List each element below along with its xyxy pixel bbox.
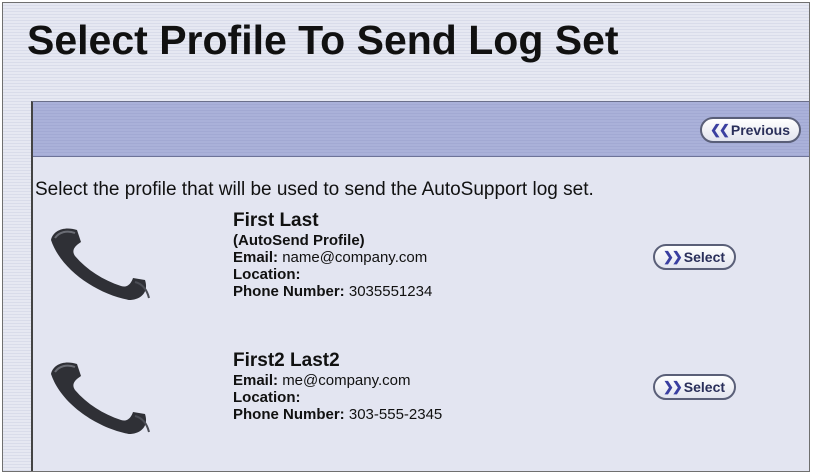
select-button-label: Select: [683, 379, 726, 395]
double-chevron-right-icon: ❯❯: [663, 249, 683, 264]
phone-value: 303-555-2345: [348, 406, 443, 423]
profile-location: Location:: [233, 389, 442, 406]
select-button[interactable]: ❯❯ Select: [653, 374, 737, 400]
profile-email: Email: me@company.com: [233, 372, 442, 389]
profile-location: Location:: [233, 266, 432, 283]
email-value: name@company.com: [282, 249, 428, 266]
select-button-label: Select: [683, 249, 726, 265]
profile-item: First2 Last2 Email: me@company.com Locat…: [33, 350, 793, 438]
profile-name: First Last: [233, 210, 319, 231]
instruction-text: Select the profile that will be used to …: [35, 179, 594, 200]
profile-phone: Phone Number: 303-555-2345: [233, 406, 442, 423]
phone-label: Phone Number:: [233, 406, 345, 423]
profile-name: First2 Last2: [233, 350, 340, 371]
email-label: Email:: [233, 249, 279, 266]
phone-label: Phone Number:: [233, 283, 345, 300]
email-label: Email:: [233, 372, 279, 389]
previous-button[interactable]: ❮❮ Previous: [700, 117, 801, 143]
location-label: Location:: [233, 266, 301, 283]
profile-email: Email: name@company.com: [233, 249, 432, 266]
profile-tag: (AutoSend Profile): [233, 232, 365, 249]
previous-button-label: Previous: [730, 122, 790, 138]
email-value: me@company.com: [282, 372, 411, 389]
profile-info: First2 Last2 Email: me@company.com Locat…: [233, 350, 442, 423]
profile-info: First Last (AutoSend Profile) Email: nam…: [233, 210, 432, 300]
telephone-handset-icon: [51, 362, 150, 434]
double-chevron-right-icon: ❯❯: [663, 379, 683, 394]
telephone-handset-icon: [51, 228, 150, 300]
select-button[interactable]: ❯❯ Select: [653, 244, 737, 270]
page-title: Select Profile To Send Log Set: [27, 17, 619, 63]
app-frame: Select Profile To Send Log Set ❮❮ Previo…: [2, 2, 810, 472]
profile-panel: ❮❮ Previous Select the profile that will…: [31, 101, 809, 471]
phone-value: 3035551234: [348, 283, 433, 300]
double-chevron-left-icon: ❮❮: [710, 122, 730, 137]
profile-phone: Phone Number: 3035551234: [233, 283, 432, 300]
toolbar: ❮❮ Previous: [33, 102, 809, 157]
profile-item: First Last (AutoSend Profile) Email: nam…: [33, 210, 793, 318]
location-label: Location:: [233, 389, 301, 406]
